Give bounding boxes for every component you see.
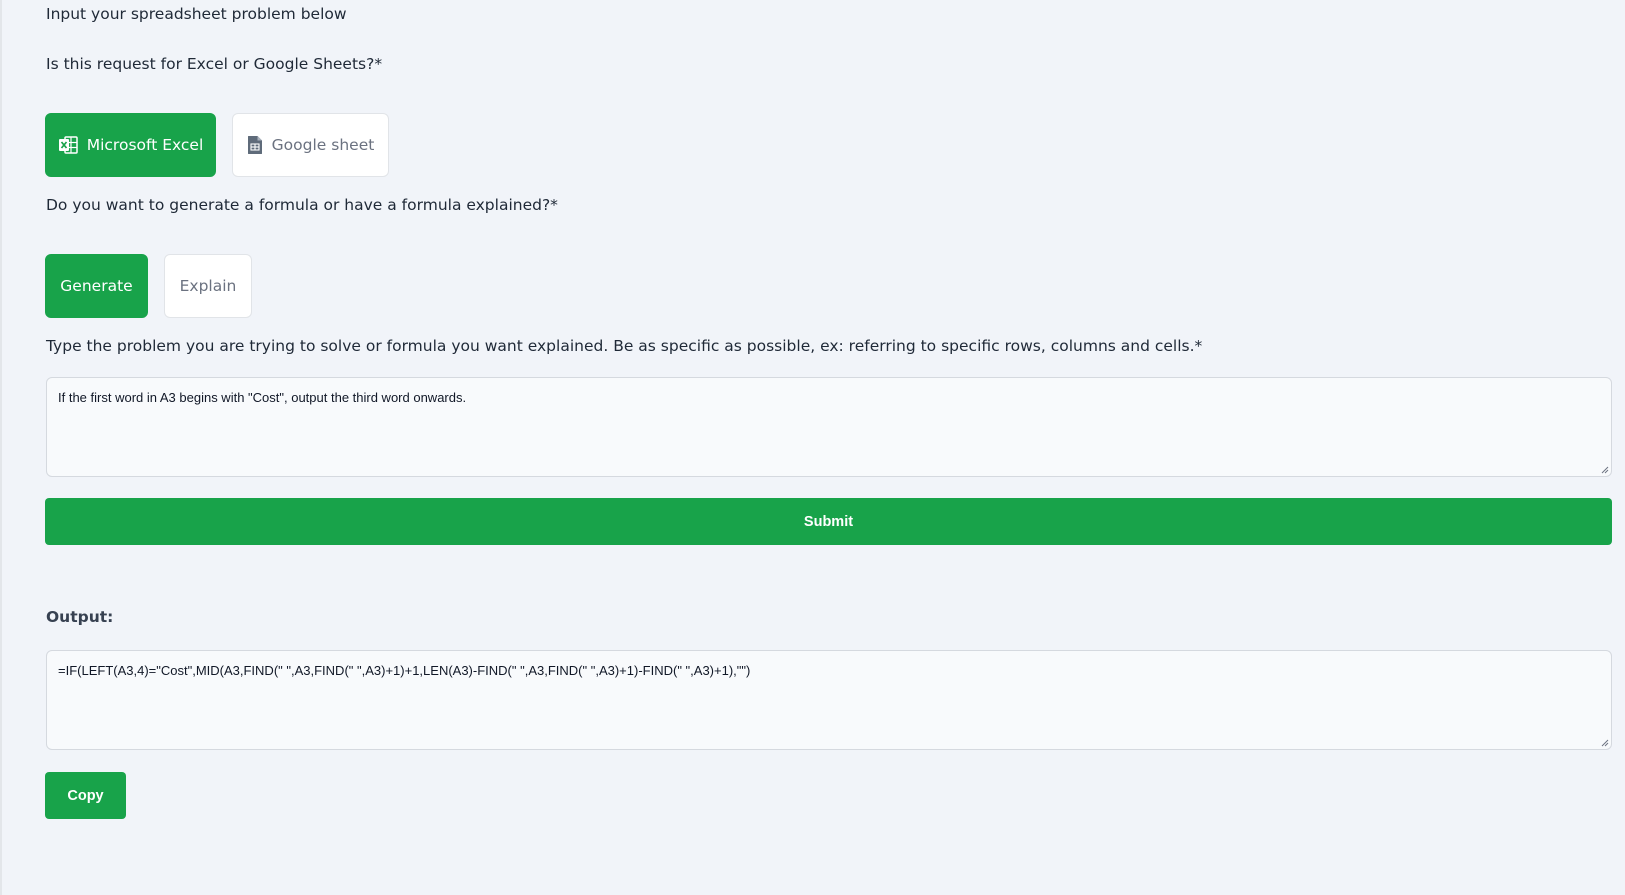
output-textarea[interactable]: =IF(LEFT(A3,4)="Cost",MID(A3,FIND(" ",A3… (46, 650, 1612, 750)
resize-handle-icon[interactable] (1601, 739, 1609, 747)
google-sheet-button[interactable]: Google sheet (232, 113, 389, 177)
problem-input-value: If the first word in A3 begins with "Cos… (58, 390, 467, 405)
problem-input[interactable]: If the first word in A3 begins with "Cos… (46, 377, 1612, 477)
microsoft-excel-button[interactable]: Microsoft Excel (45, 113, 216, 177)
submit-label: Submit (803, 513, 854, 530)
copy-label: Copy (67, 787, 104, 804)
google-sheet-label: Google sheet (271, 136, 375, 154)
submit-button[interactable]: Submit (45, 498, 1612, 545)
explain-label: Explain (179, 277, 237, 295)
microsoft-excel-label: Microsoft Excel (86, 136, 204, 154)
platform-question: Is this request for Excel or Google Shee… (46, 55, 383, 73)
problem-question: Type the problem you are trying to solve… (46, 337, 1203, 355)
google-sheets-icon (247, 135, 263, 155)
explain-button[interactable]: Explain (164, 254, 252, 318)
generate-button[interactable]: Generate (45, 254, 148, 318)
copy-button[interactable]: Copy (45, 772, 126, 819)
generate-label: Generate (60, 277, 133, 295)
excel-icon (58, 135, 78, 155)
resize-handle-icon[interactable] (1601, 466, 1609, 474)
mode-question: Do you want to generate a formula or hav… (46, 196, 558, 214)
intro-text: Input your spreadsheet problem below (46, 5, 347, 23)
page-left-border (0, 0, 2, 895)
output-formula: =IF(LEFT(A3,4)="Cost",MID(A3,FIND(" ",A3… (58, 663, 751, 678)
output-title: Output: (46, 608, 114, 626)
